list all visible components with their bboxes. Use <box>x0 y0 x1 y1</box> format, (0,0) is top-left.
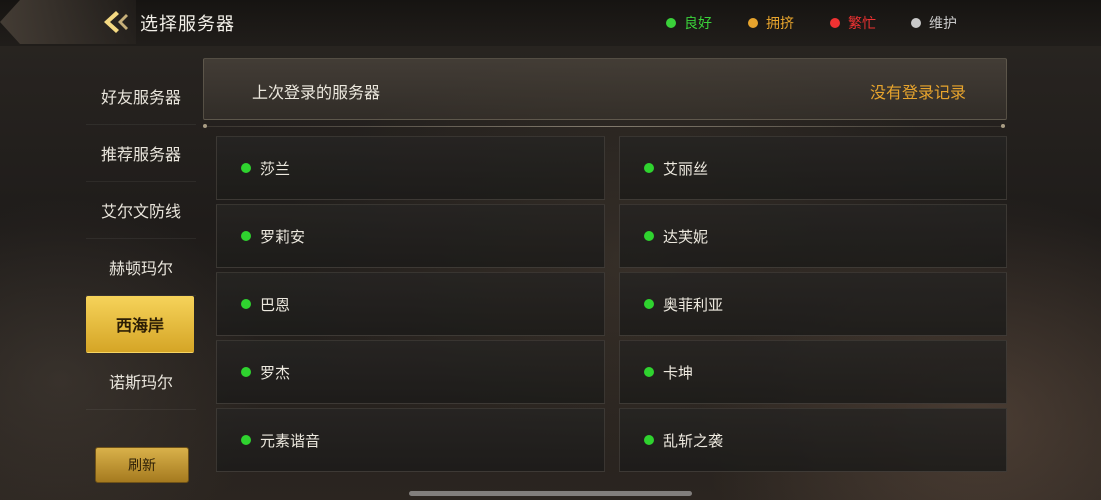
server-name: 元素谐音 <box>260 431 321 450</box>
status-good-dot-icon <box>666 18 676 28</box>
server-card[interactable]: 达芙妮 <box>619 204 1007 268</box>
status-good-dot-icon <box>241 367 251 377</box>
server-card[interactable]: 艾丽丝 <box>619 136 1007 200</box>
server-name: 达芙妮 <box>663 227 709 246</box>
sidebar-item-label: 艾尔文防线 <box>100 202 181 221</box>
server-name: 巴恩 <box>260 295 291 314</box>
region-sidebar: 好友服务器 推荐服务器 艾尔文防线 赫顿玛尔 西海岸 诺斯玛尔 <box>86 68 196 410</box>
server-card[interactable]: 卡坤 <box>619 340 1007 404</box>
legend-good: 良好 <box>666 13 712 33</box>
server-name: 罗莉安 <box>260 227 306 246</box>
legend-busy: 繁忙 <box>830 13 876 33</box>
legend-maintenance: 维护 <box>911 13 957 33</box>
server-card[interactable]: 罗杰 <box>216 340 605 404</box>
status-crowded-dot-icon <box>748 18 758 28</box>
sidebar-item-recommended[interactable]: 推荐服务器 <box>86 125 196 182</box>
sidebar-item-label: 西海岸 <box>115 316 164 335</box>
last-login-panel: 上次登录的服务器 没有登录记录 <box>203 58 1007 120</box>
server-card[interactable]: 元素谐音 <box>216 408 605 472</box>
server-list: 莎兰 艾丽丝 罗莉安 达芙妮 巴恩 奥菲利亚 罗杰 卡坤 元素谐音 乱斩之袭 <box>216 136 1008 472</box>
server-card[interactable]: 奥菲利亚 <box>619 272 1007 336</box>
legend-label: 良好 <box>684 16 712 32</box>
status-busy-dot-icon <box>830 18 840 28</box>
last-login-record: 没有登录记录 <box>869 83 966 102</box>
status-good-dot-icon <box>644 163 654 173</box>
server-card[interactable]: 乱斩之袭 <box>619 408 1007 472</box>
server-name: 卡坤 <box>663 363 694 382</box>
refresh-button[interactable]: 刷新 <box>95 447 189 483</box>
sidebar-item-hendon-myre[interactable]: 赫顿玛尔 <box>86 239 196 296</box>
sidebar-item-label: 好友服务器 <box>100 88 181 107</box>
sidebar-item-label: 诺斯玛尔 <box>108 373 173 392</box>
server-name: 乱斩之袭 <box>663 431 724 450</box>
legend-crowded: 拥挤 <box>748 13 794 33</box>
top-bar: 选择服务器 良好 拥挤 繁忙 维护 <box>0 0 1101 46</box>
server-name: 莎兰 <box>260 159 291 178</box>
back-button[interactable] <box>0 0 136 44</box>
sidebar-item-nosmar[interactable]: 诺斯玛尔 <box>86 353 196 410</box>
back-arrow-icon <box>104 11 128 33</box>
server-card[interactable]: 莎兰 <box>216 136 605 200</box>
server-card[interactable]: 罗莉安 <box>216 204 605 268</box>
status-good-dot-icon <box>644 231 654 241</box>
legend-label: 拥挤 <box>766 16 794 32</box>
legend-label: 维护 <box>929 16 957 32</box>
server-name: 奥菲利亚 <box>663 295 724 314</box>
status-good-dot-icon <box>241 299 251 309</box>
last-login-label: 上次登录的服务器 <box>252 83 381 102</box>
sidebar-item-west-coast[interactable]: 西海岸 <box>86 296 194 353</box>
sidebar-item-elvenguard[interactable]: 艾尔文防线 <box>86 182 196 239</box>
sidebar-item-label: 推荐服务器 <box>100 145 181 164</box>
server-name: 艾丽丝 <box>663 159 709 178</box>
status-good-dot-icon <box>644 435 654 445</box>
status-good-dot-icon <box>644 299 654 309</box>
status-maintenance-dot-icon <box>911 18 921 28</box>
sidebar-item-label: 赫顿玛尔 <box>108 259 173 278</box>
sidebar-item-friends[interactable]: 好友服务器 <box>86 68 196 125</box>
status-good-dot-icon <box>644 367 654 377</box>
server-name: 罗杰 <box>260 363 291 382</box>
legend-label: 繁忙 <box>848 16 876 32</box>
status-good-dot-icon <box>241 435 251 445</box>
status-good-dot-icon <box>241 163 251 173</box>
divider <box>203 124 1005 128</box>
home-indicator[interactable] <box>409 491 692 496</box>
page-title: 选择服务器 <box>140 14 235 35</box>
status-good-dot-icon <box>241 231 251 241</box>
server-card[interactable]: 巴恩 <box>216 272 605 336</box>
